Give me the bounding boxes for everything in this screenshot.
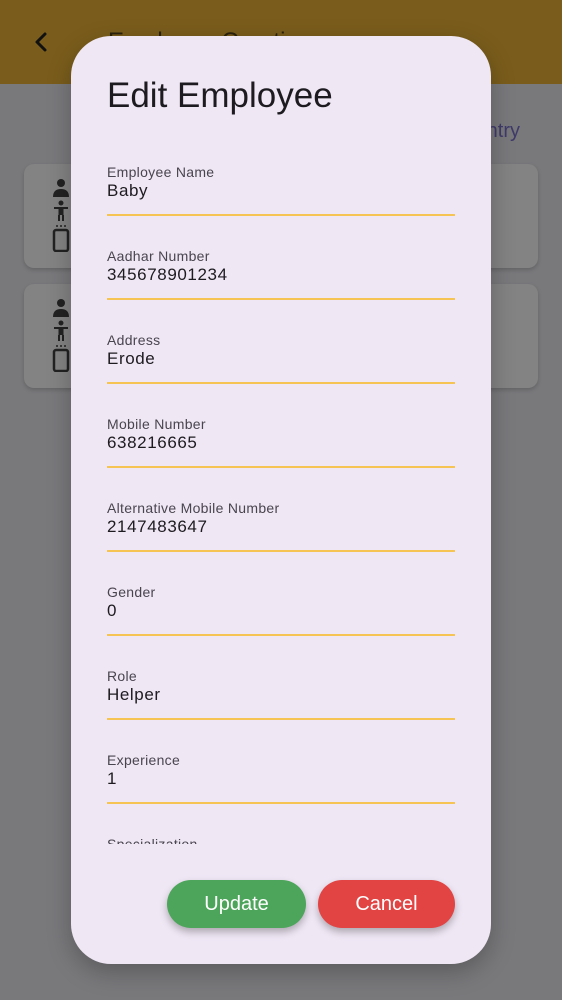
alternative-mobile-number-input[interactable] — [107, 517, 455, 537]
field-underline — [107, 718, 455, 720]
child-icon — [54, 320, 68, 341]
specialization-field[interactable]: Specialization — [107, 828, 455, 844]
child-icon — [54, 200, 68, 221]
form-fields[interactable]: Employee Name Aadhar Number Address Mobi… — [107, 156, 455, 844]
field-label: Mobile Number — [107, 416, 206, 432]
dialog-title: Edit Employee — [107, 76, 333, 115]
field-underline — [107, 634, 455, 636]
back-button[interactable] — [28, 28, 56, 56]
person-icon — [53, 299, 69, 317]
address-field[interactable]: Address — [107, 324, 455, 408]
field-underline — [107, 298, 455, 300]
field-underline — [107, 214, 455, 216]
update-button[interactable]: Update — [167, 880, 306, 928]
gender-input[interactable] — [107, 601, 455, 621]
cancel-button[interactable]: Cancel — [318, 880, 455, 928]
field-label: Employee Name — [107, 164, 215, 180]
person-icon — [53, 179, 69, 197]
field-label: Experience — [107, 752, 181, 768]
role-input[interactable] — [107, 685, 455, 705]
edit-employee-dialog: Edit Employee Employee Name Aadhar Numbe… — [71, 36, 491, 964]
field-label: Aadhar Number — [107, 248, 210, 264]
aadhar-number-input[interactable] — [107, 265, 455, 285]
field-label: Address — [107, 332, 161, 348]
gender-field[interactable]: Gender — [107, 576, 455, 660]
experience-field[interactable]: Experience — [107, 744, 455, 828]
field-underline — [107, 382, 455, 384]
phone-icon — [52, 345, 70, 372]
employee-card-icons — [50, 178, 72, 254]
role-field[interactable]: Role — [107, 660, 455, 744]
employee-card-icons — [50, 298, 72, 374]
address-input[interactable] — [107, 349, 455, 369]
field-underline — [107, 550, 455, 552]
field-underline — [107, 802, 455, 804]
experience-input[interactable] — [107, 769, 455, 789]
field-label: Gender — [107, 584, 156, 600]
employee-name-field[interactable]: Employee Name — [107, 156, 455, 240]
field-underline — [107, 466, 455, 468]
mobile-number-input[interactable] — [107, 433, 455, 453]
field-label: Specialization — [107, 836, 198, 844]
arrow-back-icon — [35, 32, 47, 52]
field-label: Alternative Mobile Number — [107, 500, 280, 516]
employee-name-input[interactable] — [107, 181, 455, 201]
mobile-number-field[interactable]: Mobile Number — [107, 408, 455, 492]
field-label: Role — [107, 668, 137, 684]
phone-icon — [52, 225, 70, 252]
aadhar-number-field[interactable]: Aadhar Number — [107, 240, 455, 324]
alternative-mobile-number-field[interactable]: Alternative Mobile Number — [107, 492, 455, 576]
